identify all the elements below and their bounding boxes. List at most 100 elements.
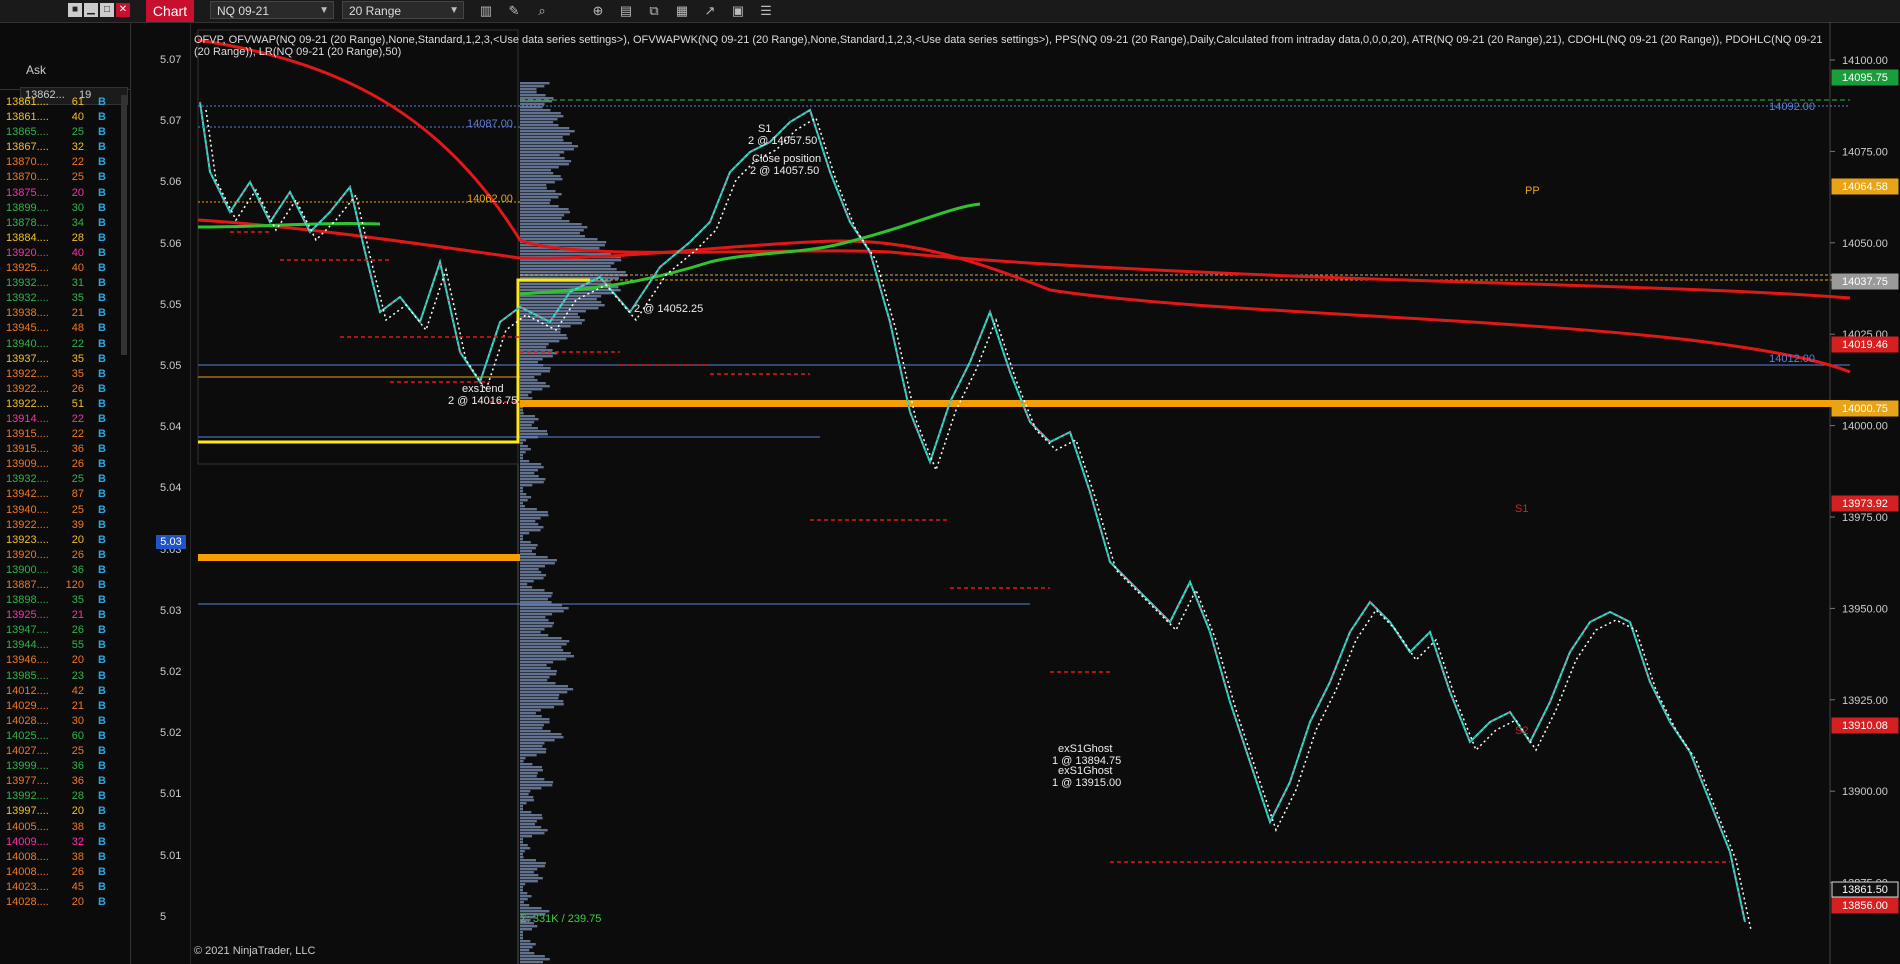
- ladder-row[interactable]: 14008.... 38 B: [0, 850, 122, 865]
- instrument-selector[interactable]: NQ 09-21 ▼: [210, 1, 334, 19]
- volume-bar: [520, 499, 528, 502]
- ladder-size: 21: [71, 699, 84, 712]
- annotation-3: 2 @ 14057.50: [748, 135, 817, 147]
- ladder-row[interactable]: 13861.... 40 B: [0, 110, 122, 125]
- right-axis-tick: 14050.00: [1842, 238, 1888, 250]
- volume-bar: [520, 103, 545, 106]
- ladder-row[interactable]: 13925.... 40 B: [0, 261, 122, 276]
- ladder-row[interactable]: 13909.... 26 B: [0, 457, 122, 472]
- templates-icon[interactable]: ⧉: [645, 2, 663, 20]
- ladder-row[interactable]: 13867.... 32 B: [0, 140, 122, 155]
- ladder-row[interactable]: 13878.... 34 B: [0, 216, 122, 231]
- ladder-row[interactable]: 13922.... 39 B: [0, 518, 122, 533]
- ladder-row[interactable]: 13999.... 36 B: [0, 759, 122, 774]
- ladder-row[interactable]: 13945.... 48 B: [0, 321, 122, 336]
- data-box-icon[interactable]: ▣: [729, 2, 747, 20]
- ladder-row[interactable]: 13923.... 20 B: [0, 533, 122, 548]
- ladder-row[interactable]: 13884.... 28 B: [0, 231, 122, 246]
- ladder-row[interactable]: 13861.... 61 B: [0, 95, 122, 110]
- level-orange-band-left: [198, 554, 520, 561]
- price-chart[interactable]: 14087.00 14062.00 14092.00 14012.00 PP S…: [190, 22, 1900, 964]
- price-badge-text: 13910.08: [1842, 720, 1888, 732]
- pencil-icon[interactable]: ✎: [505, 2, 523, 20]
- ladder-row[interactable]: 13942.... 87 B: [0, 487, 122, 502]
- ladder-row[interactable]: 14005.... 38 B: [0, 820, 122, 835]
- ladder-row[interactable]: 13925.... 21 B: [0, 608, 122, 623]
- ladder-row[interactable]: 13899.... 30 B: [0, 201, 122, 216]
- volume-bar: [520, 187, 547, 190]
- close-icon[interactable]: ✕: [116, 3, 130, 17]
- ladder-row[interactable]: 13922.... 51 B: [0, 397, 122, 412]
- ladder-row[interactable]: 14029.... 21 B: [0, 699, 122, 714]
- ladder-row[interactable]: 13977.... 36 B: [0, 774, 122, 789]
- ladder-row[interactable]: 13900.... 36 B: [0, 563, 122, 578]
- ladder-row[interactable]: 13898.... 35 B: [0, 593, 122, 608]
- volume-bar: [520, 454, 523, 457]
- ladder-side: B: [98, 880, 106, 893]
- ladder-row[interactable]: 14027.... 25 B: [0, 744, 122, 759]
- ladder-row[interactable]: 14028.... 20 B: [0, 895, 122, 910]
- ladder-row[interactable]: 13932.... 35 B: [0, 291, 122, 306]
- volume-bar: [520, 268, 617, 271]
- zoom-icon[interactable]: ⌕: [533, 2, 551, 20]
- ladder-price: 13947....: [6, 624, 49, 637]
- order-ladder[interactable]: 13861.... 61 B 13861.... 40 B 13865.... 25 B 1386…: [0, 95, 122, 910]
- ladder-price: 13946....: [6, 654, 49, 667]
- square-icon[interactable]: ■: [68, 3, 82, 17]
- ladder-row[interactable]: 13920.... 40 B: [0, 246, 122, 261]
- ladder-row[interactable]: 13875.... 20 B: [0, 186, 122, 201]
- ladder-price: 13861....: [6, 111, 49, 124]
- ladder-row[interactable]: 13922.... 26 B: [0, 382, 122, 397]
- ladder-row[interactable]: 14012.... 42 B: [0, 684, 122, 699]
- ask-label: Ask: [26, 63, 47, 77]
- period-selector[interactable]: 20 Range ▼: [342, 1, 464, 19]
- ladder-row[interactable]: 13920.... 26 B: [0, 548, 122, 563]
- ladder-row[interactable]: 13870.... 25 B: [0, 170, 122, 185]
- ladder-price: 13914....: [6, 412, 49, 425]
- ladder-row[interactable]: 13922.... 35 B: [0, 367, 122, 382]
- ladder-price: 13867....: [6, 141, 49, 154]
- strategies-icon[interactable]: ↗: [701, 2, 719, 20]
- ladder-row[interactable]: 14008.... 26 B: [0, 865, 122, 880]
- ladder-row[interactable]: 13946.... 20 B: [0, 653, 122, 668]
- ladder-row[interactable]: 13940.... 22 B: [0, 337, 122, 352]
- minimize-icon[interactable]: ▁: [84, 3, 98, 17]
- ladder-row[interactable]: 14009.... 32 B: [0, 835, 122, 850]
- ladder-row[interactable]: 13985.... 23 B: [0, 669, 122, 684]
- volume-bar: [520, 421, 535, 424]
- ladder-row[interactable]: 13870.... 22 B: [0, 155, 122, 170]
- right-axis-tick: 13900.00: [1842, 786, 1888, 798]
- crosshair-icon[interactable]: ⊕: [589, 2, 607, 20]
- ladder-row[interactable]: 13932.... 25 B: [0, 472, 122, 487]
- list-icon[interactable]: ☰: [757, 2, 775, 20]
- ladder-row[interactable]: 13997.... 20 B: [0, 804, 122, 819]
- ladder-row[interactable]: 14023.... 45 B: [0, 880, 122, 895]
- bar-type-icon[interactable]: ▥: [477, 2, 495, 20]
- ladder-row[interactable]: 13938.... 21 B: [0, 306, 122, 321]
- volume-bar: [520, 706, 555, 709]
- volume-bar: [520, 823, 535, 826]
- ladder-row[interactable]: 14028.... 30 B: [0, 714, 122, 729]
- properties-icon[interactable]: ▤: [617, 2, 635, 20]
- ladder-row[interactable]: 13887.... 120 B: [0, 578, 122, 593]
- ladder-row[interactable]: 13947.... 26 B: [0, 623, 122, 638]
- ladder-row[interactable]: 13932.... 31 B: [0, 276, 122, 291]
- ladder-row[interactable]: 13937.... 35 B: [0, 352, 122, 367]
- indicators-icon[interactable]: ▦: [673, 2, 691, 20]
- ladder-row[interactable]: 13915.... 22 B: [0, 427, 122, 442]
- ladder-row[interactable]: 13915.... 36 B: [0, 442, 122, 457]
- ladder-row[interactable]: 13940.... 25 B: [0, 503, 122, 518]
- ladder-row[interactable]: 13944.... 55 B: [0, 638, 122, 653]
- volume-bar: [520, 886, 523, 889]
- volume-bar: [520, 517, 541, 520]
- ladder-row[interactable]: 14025.... 60 B: [0, 729, 122, 744]
- ladder-row[interactable]: 13914.... 22 B: [0, 412, 122, 427]
- ladder-scrollbar[interactable]: [121, 95, 127, 355]
- ladder-row[interactable]: 13865.... 25 B: [0, 125, 122, 140]
- tab-chart[interactable]: Chart: [146, 0, 194, 22]
- ladder-size: 20: [71, 895, 84, 908]
- maximize-icon[interactable]: □: [100, 3, 114, 17]
- ladder-row[interactable]: 13992.... 28 B: [0, 789, 122, 804]
- volume-bar: [520, 169, 552, 172]
- volume-summary: Σ: 331K / 239.75: [520, 913, 602, 925]
